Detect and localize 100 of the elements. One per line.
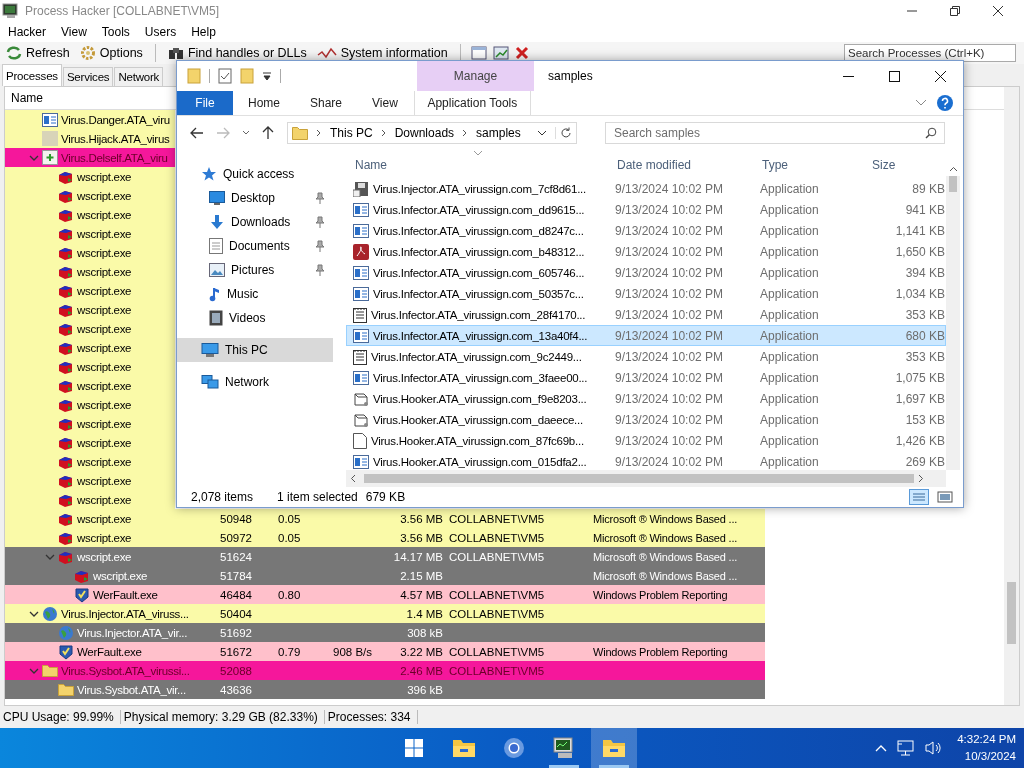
details-view-icon[interactable] bbox=[909, 489, 929, 505]
process-row[interactable]: wscript.exe bbox=[5, 319, 175, 338]
process-row[interactable]: WerFault.exe 46484 0.80 4.57 MB COLLABNET\VM5 Windows Problem Reporting bbox=[5, 585, 765, 604]
file-row[interactable]: Virus.Infector.ATA_virussign.com_605746... 9/13/2024 10:02 PM Application 394 KB bbox=[346, 262, 946, 283]
file-row[interactable]: Virus.Infector.ATA_virussign.com_3faee00... 9/13/2024 10:02 PM Application 1,075 KB bbox=[346, 367, 946, 388]
file-row[interactable]: Virus.Hooker.ATA_virussign.com_daeece... 9/13/2024 10:02 PM Application 153 KB bbox=[346, 409, 946, 430]
process-row[interactable]: wscript.exe 51624 14.17 MB COLLABNET\VM5 Microsoft ® Windows Based ... bbox=[5, 547, 765, 566]
nav-item[interactable]: Music bbox=[177, 282, 333, 306]
process-row[interactable]: wscript.exe bbox=[5, 243, 175, 262]
column-header[interactable]: Type bbox=[753, 158, 866, 172]
scrollbar[interactable] bbox=[946, 176, 960, 470]
help-icon[interactable] bbox=[937, 95, 953, 111]
file-row[interactable]: Virus.Hooker.ATA_virussign.com_87fc69b... 9/13/2024 10:02 PM Application 1,426 KB bbox=[346, 430, 946, 451]
process-row[interactable]: Virus.Sysbot.ATA_vir... 43636 396 kB bbox=[5, 680, 765, 699]
tab[interactable]: Network bbox=[114, 67, 164, 86]
file-row[interactable]: Virus.Infector.ATA_virussign.com_13a40f4... 9/13/2024 10:02 PM Application 680 KB bbox=[346, 325, 946, 346]
tab[interactable]: Services bbox=[62, 67, 114, 86]
process-row[interactable]: Virus.Injector.ATA_vir... 51692 308 kB bbox=[5, 623, 765, 642]
refresh-icon[interactable] bbox=[555, 127, 572, 139]
process-row[interactable]: wscript.exe 51784 2.15 MB Microsoft ® Windows Based ... bbox=[5, 566, 765, 585]
pin-icon[interactable] bbox=[315, 216, 325, 228]
nav-item[interactable]: Downloads bbox=[177, 210, 333, 234]
process-row[interactable]: Virus.Hijack.ATA_virus bbox=[5, 129, 175, 148]
toolbar-button[interactable]: Find handles or DLLs bbox=[165, 46, 309, 60]
restore-icon[interactable] bbox=[949, 5, 961, 17]
process-row[interactable]: wscript.exe 50972 0.05 3.56 MB COLLABNET\VM5 Microsoft ® Windows Based ... bbox=[5, 528, 765, 547]
process-row[interactable]: wscript.exe 50948 0.05 3.56 MB COLLABNET\VM5 Microsoft ® Windows Based ... bbox=[5, 509, 765, 528]
network-icon[interactable] bbox=[897, 740, 916, 756]
process-row[interactable]: Virus.Injector.ATA_viruss... 50404 1.4 MB COLLABNET\VM5 bbox=[5, 604, 765, 623]
file-row[interactable]: Virus.Hooker.ATA_virussign.com_f9e8203... 9/13/2024 10:02 PM Application 1,697 KB bbox=[346, 388, 946, 409]
window-chart-icon[interactable] bbox=[492, 46, 509, 60]
process-row[interactable]: wscript.exe bbox=[5, 262, 175, 281]
toolbar-button[interactable]: System information bbox=[314, 46, 450, 60]
file-row[interactable]: Virus.Injector.ATA_virussign.com_7cf8d61... 9/13/2024 10:02 PM Application 89 KB bbox=[346, 178, 946, 199]
process-row[interactable]: wscript.exe bbox=[5, 338, 175, 357]
breadcrumb[interactable]: This PC bbox=[330, 126, 373, 140]
up-arrow-icon[interactable] bbox=[262, 126, 274, 140]
nav-item[interactable]: This PC bbox=[177, 338, 333, 362]
nav-item[interactable]: Documents bbox=[177, 234, 333, 258]
large-icons-view-icon[interactable] bbox=[937, 491, 953, 503]
dropdown-icon[interactable] bbox=[262, 71, 272, 81]
menu-item[interactable]: Hacker bbox=[8, 25, 46, 39]
process-row[interactable]: wscript.exe bbox=[5, 281, 175, 300]
toolbar-button[interactable]: Refresh bbox=[4, 46, 72, 60]
process-row[interactable]: wscript.exe bbox=[5, 471, 175, 490]
process-row[interactable]: wscript.exe bbox=[5, 490, 175, 509]
process-row[interactable]: wscript.exe bbox=[5, 452, 175, 471]
column-header[interactable]: Name bbox=[11, 91, 43, 105]
scrollbar[interactable] bbox=[1004, 87, 1019, 705]
search-field[interactable]: Search Processes (Ctrl+K) bbox=[844, 44, 1016, 62]
back-arrow-icon[interactable] bbox=[190, 127, 204, 139]
search-field[interactable]: Search samples bbox=[605, 122, 945, 144]
scrollbar[interactable] bbox=[346, 470, 946, 487]
nav-item[interactable]: Videos bbox=[177, 306, 333, 330]
nav-item[interactable]: Pictures bbox=[177, 258, 333, 282]
nav-item[interactable]: Network bbox=[177, 370, 333, 394]
pin-icon[interactable] bbox=[315, 264, 325, 276]
process-row[interactable]: Virus.Danger.ATA_viru bbox=[5, 110, 175, 129]
file-row[interactable]: Virus.Infector.ATA_virussign.com_9c2449... 9/13/2024 10:02 PM Application 353 KB bbox=[346, 346, 946, 367]
toolbar-button[interactable]: Options bbox=[77, 45, 145, 61]
process-row[interactable]: wscript.exe bbox=[5, 433, 175, 452]
close-icon[interactable] bbox=[992, 5, 1004, 17]
process-row[interactable]: wscript.exe bbox=[5, 376, 175, 395]
clock[interactable]: 4:32:24 PM 10/3/2024 bbox=[953, 731, 1016, 765]
pin-icon[interactable] bbox=[315, 240, 325, 252]
process-row[interactable]: wscript.exe bbox=[5, 357, 175, 376]
window-icon[interactable] bbox=[470, 46, 487, 60]
file-row[interactable]: Virus.Infector.ATA_virussign.com_b48312... 9/13/2024 10:02 PM Application 1,650 KB bbox=[346, 241, 946, 262]
menu-item[interactable]: View bbox=[61, 25, 87, 39]
breadcrumb[interactable]: Downloads bbox=[394, 126, 455, 140]
caret-up-icon[interactable] bbox=[875, 744, 888, 752]
scroll-left-icon[interactable] bbox=[350, 474, 356, 483]
process-row[interactable]: wscript.exe bbox=[5, 414, 175, 433]
ribbon-tab[interactable]: Home bbox=[233, 91, 295, 115]
nav-item[interactable]: Desktop bbox=[177, 186, 333, 210]
scroll-up-icon[interactable] bbox=[948, 166, 958, 172]
process-row[interactable]: wscript.exe bbox=[5, 186, 175, 205]
scroll-right-icon[interactable] bbox=[918, 474, 924, 483]
file-row[interactable]: Virus.Hooker.ATA_virussign.com_015dfa2... 9/13/2024 10:02 PM Application 269 KB bbox=[346, 451, 946, 472]
column-header[interactable]: Name bbox=[346, 158, 608, 172]
file-row[interactable]: Virus.Infector.ATA_virussign.com_dd9615... 9/13/2024 10:02 PM Application 941 KB bbox=[346, 199, 946, 220]
process-row[interactable]: wscript.exe bbox=[5, 205, 175, 224]
ribbon-tab[interactable]: Share bbox=[295, 91, 358, 115]
caret-icon[interactable] bbox=[242, 130, 250, 136]
process-row[interactable]: wscript.exe bbox=[5, 300, 175, 319]
ribbon-tab[interactable]: View bbox=[357, 91, 413, 115]
breadcrumb[interactable]: samples bbox=[476, 126, 521, 140]
chevron-down-icon[interactable] bbox=[29, 609, 39, 618]
menu-item[interactable]: Help bbox=[191, 25, 216, 39]
chevron-down-icon[interactable] bbox=[537, 129, 547, 137]
process-row[interactable]: WerFault.exe 51672 0.79 908 B/s 3.22 MB COLLABNET\VM5 Windows Problem Reporting bbox=[5, 642, 765, 661]
file-row[interactable]: Virus.Infector.ATA_virussign.com_d8247c... 9/13/2024 10:02 PM Application 1,141 KB bbox=[346, 220, 946, 241]
file-row[interactable]: Virus.Infector.ATA_virussign.com_28f4170... 9/13/2024 10:02 PM Application 353 KB bbox=[346, 304, 946, 325]
speaker-icon[interactable] bbox=[925, 740, 944, 756]
pin-icon[interactable] bbox=[315, 192, 325, 204]
menu-item[interactable]: Tools bbox=[101, 25, 130, 39]
checklist-icon[interactable] bbox=[218, 68, 232, 84]
column-header[interactable]: Date modified bbox=[608, 158, 753, 172]
process-row[interactable]: wscript.exe bbox=[5, 224, 175, 243]
tab[interactable]: Processes bbox=[2, 64, 62, 86]
